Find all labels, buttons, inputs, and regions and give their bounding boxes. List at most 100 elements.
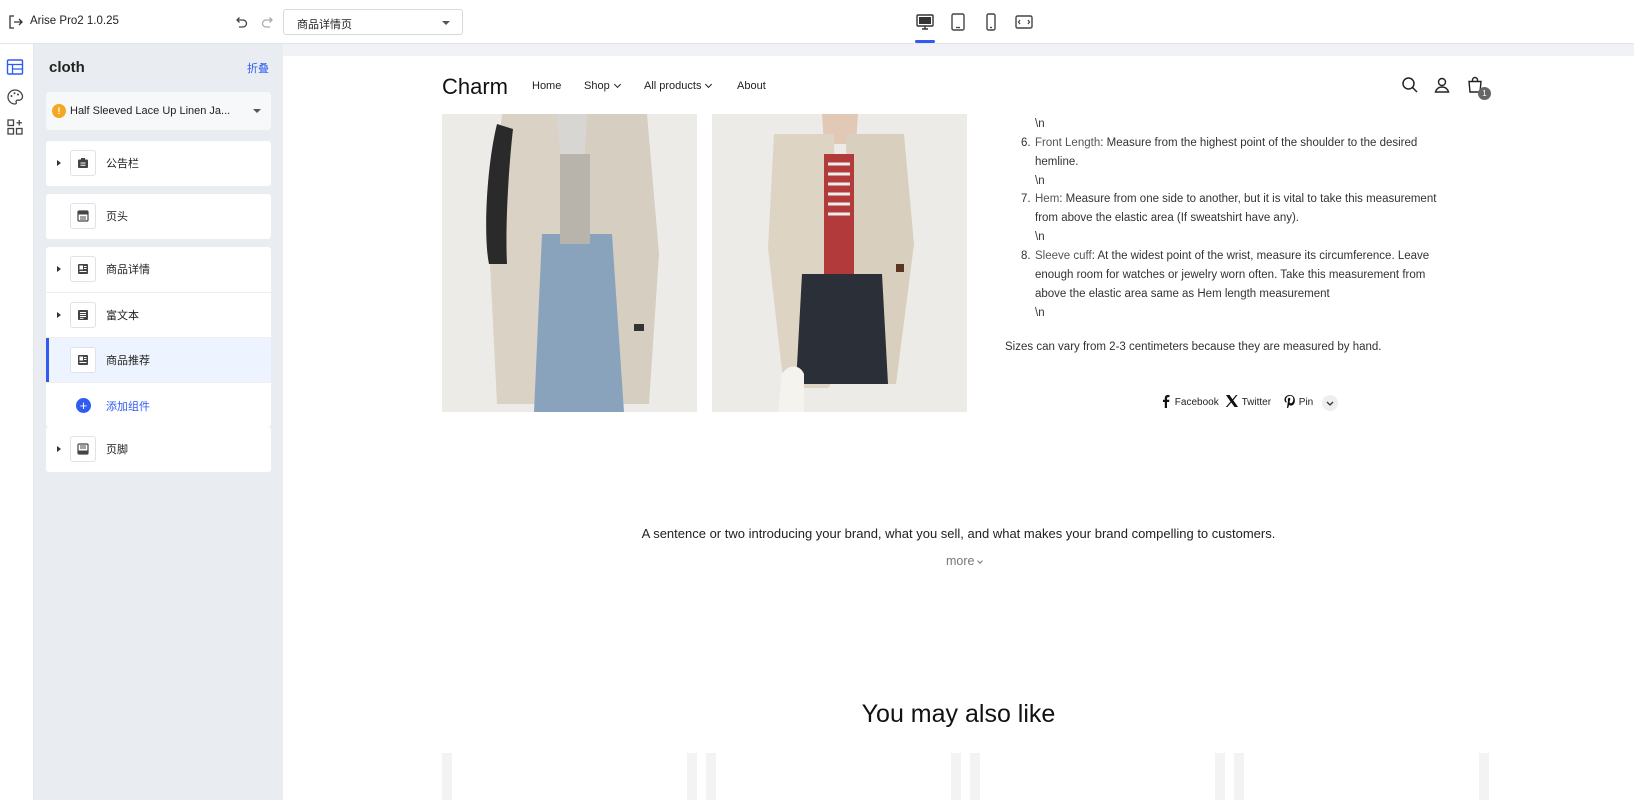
list-number: 7.	[1021, 193, 1031, 205]
section-label: 富文本	[106, 310, 139, 322]
measurement-item: Sleeve cuff: At the widest point of the …	[1035, 250, 1429, 262]
store-header: Charm Home Shop All products About 1	[283, 56, 1634, 114]
section-item-product-recommend[interactable]: 商品推荐	[46, 337, 271, 382]
section-item-rich-text[interactable]: 富文本	[46, 292, 271, 337]
expand-arrow-icon[interactable]	[57, 446, 61, 452]
page-template-select[interactable]: 商品详情页	[283, 9, 463, 35]
measurement-term: Sleeve cuff	[1035, 250, 1092, 262]
share-facebook[interactable]: Facebook	[1160, 394, 1219, 408]
header-icon	[70, 203, 96, 229]
layout-icon[interactable]	[6, 58, 24, 76]
redo-icon[interactable]	[260, 14, 276, 30]
product-select[interactable]: ! Half Sleeved Lace Up Linen Ja...	[46, 92, 271, 130]
pinterest-icon	[1284, 395, 1295, 410]
section-item-product-detail[interactable]: 商品详情	[46, 247, 271, 292]
tablet-icon[interactable]	[948, 12, 968, 32]
measurement-text: : At the widest point of the wrist, meas…	[1091, 250, 1430, 262]
app-title: Arise Pro2 1.0.25	[30, 15, 119, 27]
section-item-header[interactable]: 页头	[46, 194, 271, 239]
measurement-text: : Measure from one side to another, but …	[1059, 193, 1437, 205]
escape-text: \n	[1035, 231, 1045, 243]
size-note: Sizes can vary from 2-3 centimeters beca…	[1005, 341, 1382, 353]
brand-description: A sentence or two introducing your brand…	[641, 526, 1276, 541]
fullscreen-icon[interactable]	[1014, 12, 1034, 32]
section-item-footer[interactable]: 页脚	[46, 427, 271, 472]
store-page-preview: Charm Home Shop All products About 1 \n …	[283, 56, 1634, 800]
expand-arrow-icon[interactable]	[57, 312, 61, 318]
nav-about[interactable]: About	[737, 80, 766, 92]
collapse-button[interactable]: 折叠	[247, 60, 269, 76]
apps-icon[interactable]	[6, 118, 24, 136]
section-item-announcement[interactable]: 公告栏	[46, 141, 271, 186]
share-more-button[interactable]	[1322, 395, 1338, 411]
nav-label: All products	[644, 80, 702, 92]
measurement-item: Front Length: Measure from the highest p…	[1035, 137, 1417, 149]
chevron-down-icon	[253, 109, 261, 113]
share-label: Pin	[1298, 397, 1314, 408]
share-label: Facebook	[1174, 397, 1219, 408]
cart-count-badge: 1	[1478, 87, 1491, 100]
undo-icon[interactable]	[233, 14, 249, 30]
share-twitter[interactable]: Twitter	[1225, 394, 1271, 408]
search-icon[interactable]	[1401, 76, 1419, 94]
preview-canvas: Charm Home Shop All products About 1 \n …	[283, 44, 1634, 800]
product-card[interactable]	[442, 753, 697, 800]
site-name: cloth	[49, 59, 85, 76]
section-label: 页脚	[106, 444, 128, 456]
account-icon[interactable]	[1433, 76, 1451, 94]
store-logo[interactable]: Charm	[442, 74, 508, 100]
section-group-footer: 页脚	[46, 427, 271, 472]
share-label: Twitter	[1241, 397, 1272, 408]
desktop-icon[interactable]	[915, 12, 935, 32]
recommendations-title: You may also like	[861, 700, 1056, 728]
measurement-text: from above the elastic area (If sweatshi…	[1035, 212, 1299, 224]
escape-text: \n	[1035, 175, 1045, 187]
sections-sidebar: cloth 折叠 ! Half Sleeved Lace Up Linen Ja…	[34, 44, 283, 800]
more-button[interactable]: more	[946, 554, 984, 568]
section-group-header: 页头	[46, 194, 271, 239]
share-pinterest[interactable]: Pin	[1283, 394, 1314, 410]
chevron-down-icon	[613, 80, 621, 89]
escape-text: \n	[1035, 118, 1045, 130]
nav-shop[interactable]: Shop	[584, 80, 621, 92]
product-card[interactable]	[706, 753, 961, 800]
product-card[interactable]	[1234, 753, 1489, 800]
add-component-button[interactable]: + 添加组件	[46, 382, 271, 427]
escape-text: \n	[1035, 307, 1045, 319]
tool-rail	[0, 44, 34, 800]
list-number: 6.	[1021, 137, 1031, 149]
product-image-2[interactable]	[712, 114, 967, 412]
page-select-value: 商品详情页	[297, 19, 352, 31]
product-recommend-icon	[70, 347, 96, 373]
product-detail-icon	[70, 256, 96, 282]
rich-text-icon	[70, 302, 96, 328]
section-label: 页头	[106, 211, 128, 223]
warning-icon: !	[52, 104, 66, 118]
chevron-down-icon	[1326, 401, 1334, 406]
nav-label: Shop	[584, 80, 610, 92]
measurement-text: hemline.	[1035, 156, 1079, 168]
selected-indicator	[46, 338, 49, 382]
section-label: 公告栏	[106, 158, 139, 170]
list-number: 8.	[1021, 250, 1031, 262]
product-card[interactable]	[970, 753, 1225, 800]
product-image-1[interactable]	[442, 114, 697, 412]
mobile-icon[interactable]	[981, 12, 1001, 32]
measurement-term: Front Length	[1035, 137, 1101, 149]
palette-icon[interactable]	[6, 88, 24, 106]
section-label: 商品详情	[106, 264, 150, 276]
chevron-down-icon	[977, 558, 984, 564]
measurement-text: above the elastic area same as Hem lengt…	[1035, 288, 1330, 300]
measurement-term: Hem	[1035, 193, 1060, 205]
measurement-text: enough room for watches or jewelry worn …	[1035, 269, 1426, 281]
nav-home[interactable]: Home	[532, 80, 561, 92]
expand-arrow-icon[interactable]	[57, 266, 61, 272]
active-device-indicator	[915, 40, 935, 43]
more-label: more	[946, 554, 975, 568]
footer-icon	[70, 436, 96, 462]
expand-arrow-icon[interactable]	[57, 160, 61, 166]
announcement-icon	[70, 150, 96, 176]
nav-all-products[interactable]: All products	[644, 80, 713, 92]
exit-icon[interactable]	[8, 14, 24, 30]
section-label: 商品推荐	[106, 355, 150, 367]
